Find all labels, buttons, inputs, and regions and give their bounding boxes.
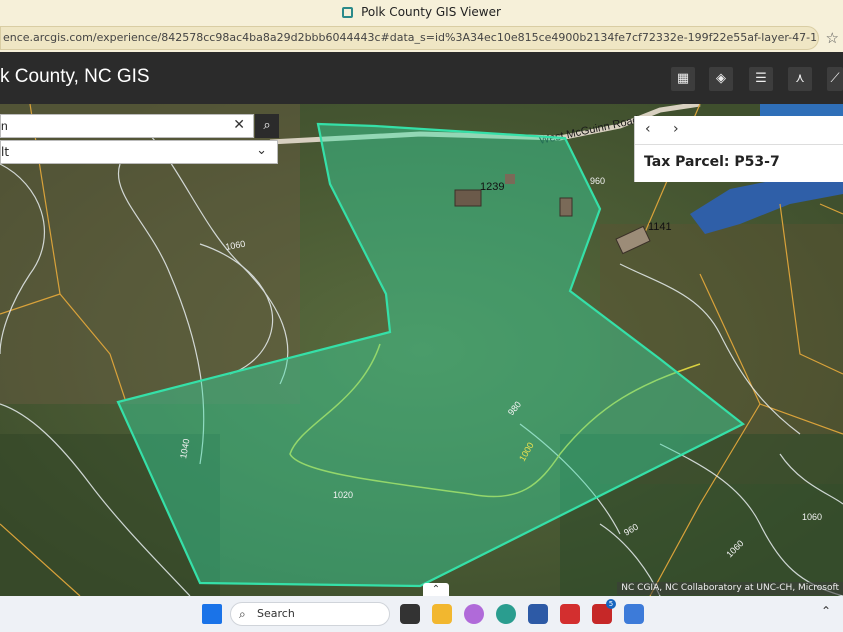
search-input[interactable] (1, 115, 221, 137)
contour-label: 1020 (333, 490, 353, 500)
search-source-label: lt (1, 145, 10, 159)
mcafee-icon[interactable] (560, 604, 580, 624)
collapse-panel-button[interactable]: ⌃ (423, 583, 449, 596)
windows-start-icon[interactable] (202, 604, 222, 624)
next-feature-icon[interactable]: › (673, 121, 679, 137)
bookmark-star-icon[interactable]: ☆ (826, 29, 839, 47)
chevron-down-icon: ⌄ (256, 143, 267, 158)
app-header: k County, NC GIS ▦ ◈ ☰ ⋏ ⟋ (0, 52, 843, 104)
share-button[interactable]: ⋏ (788, 67, 812, 91)
taskbar-search-label: Search (257, 607, 295, 620)
popup-title: Tax Parcel: P53-7 (644, 154, 780, 170)
search-box: ✕ (0, 114, 254, 138)
page-favicon-icon (342, 6, 354, 18)
edge-browser-icon[interactable] (496, 604, 516, 624)
previous-feature-icon[interactable]: ‹ (645, 121, 651, 137)
app-title: k County, NC GIS (0, 66, 150, 87)
contour-label: 1060 (802, 512, 822, 522)
contour-label: 960 (590, 176, 605, 186)
app-icon[interactable] (624, 604, 644, 624)
browser-title-bar: Polk County GIS Viewer (0, 0, 843, 24)
taskbar-search[interactable]: ⌕ Search (230, 602, 390, 626)
popup-nav: ‹ › (635, 116, 843, 145)
measure-button[interactable]: ⟋ (827, 67, 843, 91)
chevron-up-icon: ⌃ (431, 584, 441, 595)
building (559, 197, 573, 217)
legend-list-button[interactable]: ☰ (749, 67, 773, 91)
layers-icon: ◈ (716, 71, 726, 86)
grid-icon: ▦ (676, 71, 690, 86)
building (505, 174, 515, 184)
list-icon: ☰ (755, 71, 767, 86)
layers-button[interactable]: ◈ (709, 67, 733, 91)
notification-badge: 5 (606, 599, 616, 609)
pond (760, 104, 843, 116)
search-source-dropdown[interactable]: lt ⌄ (0, 140, 278, 164)
share-icon: ⋏ (795, 71, 805, 86)
task-view-icon[interactable] (400, 604, 420, 624)
url-field[interactable]: ence.arcgis.com/experience/842578cc98ac4… (0, 26, 819, 50)
search-icon: ⌕ (263, 118, 271, 133)
clear-search-icon[interactable]: ✕ (233, 117, 245, 133)
parcel-number-label: 1239 (480, 181, 504, 193)
browser-address-bar: ence.arcgis.com/experience/842578cc98ac4… (0, 24, 843, 52)
windows-taskbar: ⌕ Search 5 ⌃ (0, 596, 843, 632)
store-icon[interactable] (528, 604, 548, 624)
grid-button[interactable]: ▦ (671, 67, 695, 91)
measure-icon: ⟋ (830, 71, 840, 86)
chevron-up-icon[interactable]: ⌃ (821, 604, 831, 618)
parcel-number-label: 1141 (648, 221, 672, 233)
browser-tab-title: Polk County GIS Viewer (361, 5, 501, 19)
copilot-icon[interactable] (464, 604, 484, 624)
feature-popup: ‹ › Tax Parcel: P53-7 (634, 116, 843, 182)
lastpass-icon[interactable]: 5 (592, 599, 616, 624)
search-icon: ⌕ (239, 607, 246, 621)
search-button[interactable]: ⌕ (255, 114, 279, 138)
building (454, 189, 482, 207)
file-explorer-icon[interactable] (432, 604, 452, 624)
map-attribution: NC CGIA, NC Collaboratory at UNC-CH, Mic… (617, 582, 843, 595)
